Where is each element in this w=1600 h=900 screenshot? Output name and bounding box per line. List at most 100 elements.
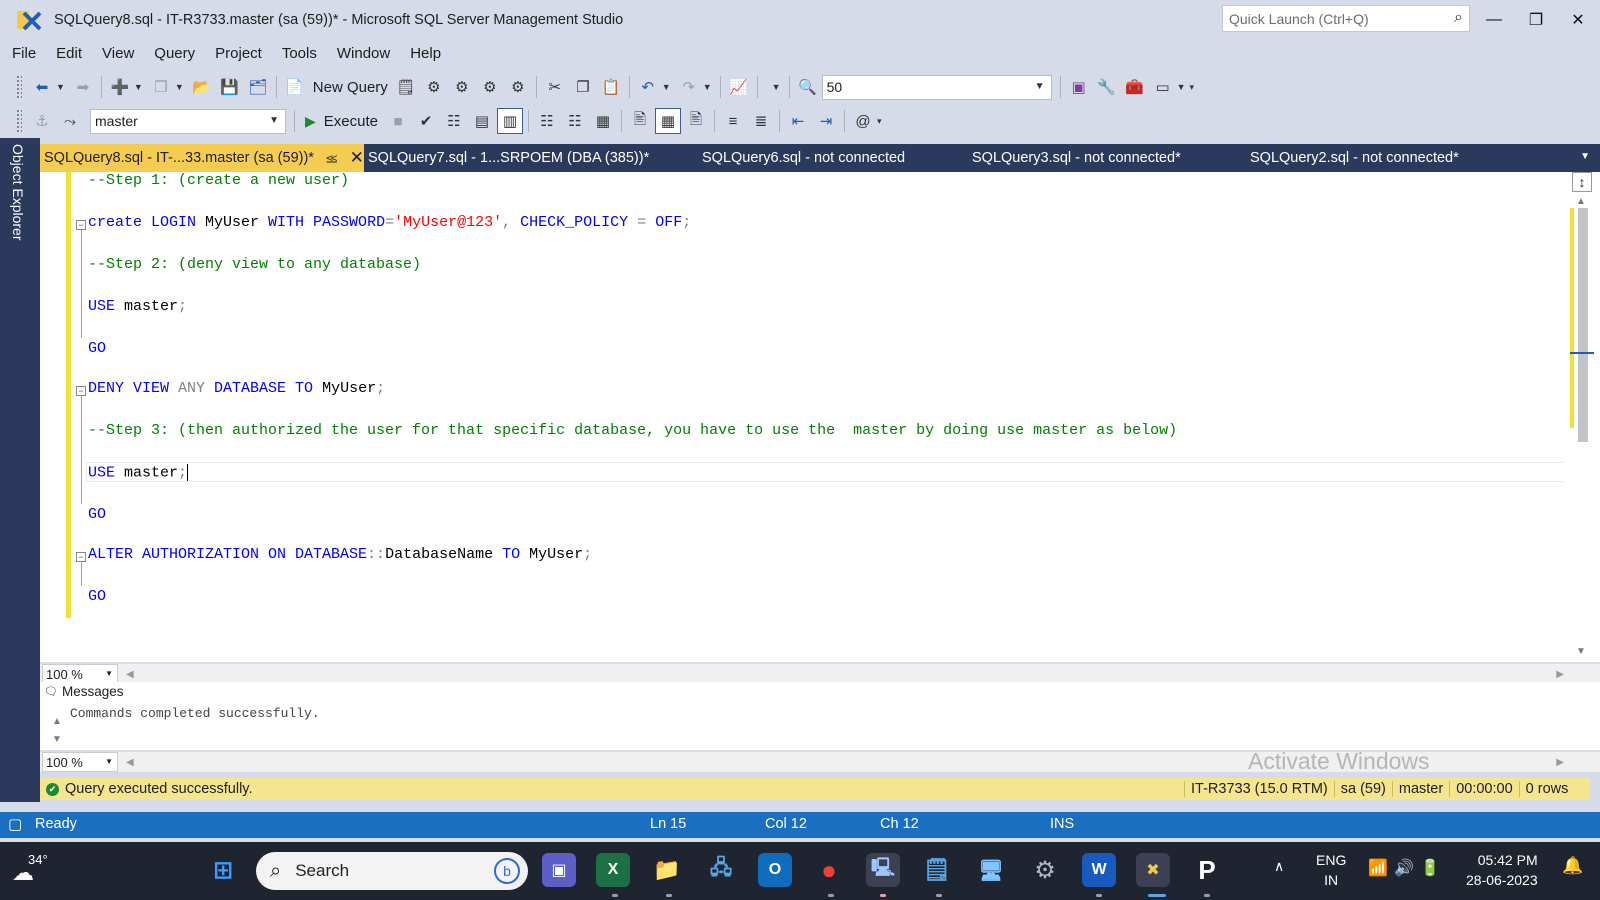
tab-overflow-icon[interactable]: ▼	[1580, 151, 1590, 162]
client-stats-icon[interactable]: ▦	[590, 108, 616, 134]
add-item-icon[interactable]: ❐	[148, 74, 174, 100]
toolbar-grip[interactable]	[16, 75, 22, 99]
activity-monitor-icon[interactable]: 📈	[726, 74, 752, 100]
menu-project[interactable]: Project	[215, 45, 262, 62]
scroll-right-arrow-icon[interactable]: ▶	[1556, 757, 1564, 768]
results-zoom-combo[interactable]: 100 % ▼	[42, 752, 118, 772]
dmx-query-icon[interactable]: ⚙	[449, 74, 475, 100]
new-query-button[interactable]: New Query	[309, 74, 392, 100]
results-to-text-icon[interactable]: 🖹	[627, 108, 653, 134]
decrease-indent-icon[interactable]: ⇤	[785, 108, 811, 134]
messages-tab[interactable]: 🗨 Messages	[44, 684, 124, 699]
editor-zoom-combo[interactable]: 100 % ▼	[42, 664, 118, 684]
tab-sqlquery2[interactable]: SQLQuery2.sql - not connected*	[1248, 144, 1528, 172]
uncomment-lines-icon[interactable]: ≣	[748, 108, 774, 134]
teams-chat-icon[interactable]: ▣	[542, 853, 576, 887]
notepad-icon[interactable]: 🗒	[920, 853, 954, 887]
remote-desktop-icon[interactable]: 🖧	[704, 853, 738, 887]
save-icon[interactable]: 💾	[217, 74, 243, 100]
p-app-icon[interactable]: P	[1190, 853, 1224, 887]
back-arrow-icon[interactable]: ⬅	[29, 74, 55, 100]
redo-icon[interactable]: ↷	[676, 74, 702, 100]
solution-config-dropdown-icon[interactable]: ▼	[772, 82, 781, 92]
menu-tools[interactable]: Tools	[282, 45, 317, 62]
scroll-right-arrow-icon[interactable]: ▶	[1556, 669, 1564, 680]
sql-editor[interactable]: --Step 1: (create a new user) − create L…	[40, 172, 1600, 662]
copy-icon[interactable]: ❐	[570, 74, 596, 100]
split-editor-icon[interactable]: ↕	[1572, 172, 1592, 192]
input-language-indicator[interactable]: ENG IN	[1316, 850, 1346, 890]
estimated-plan-icon[interactable]: ☷	[441, 108, 467, 134]
results-to-file-icon[interactable]: 🖹	[683, 108, 709, 134]
live-stats-icon[interactable]: ☷	[562, 108, 588, 134]
undo-icon[interactable]: ↶	[635, 74, 661, 100]
database-combo[interactable]: master ▼	[90, 108, 286, 134]
mdx-query-icon[interactable]: ⚙	[421, 74, 447, 100]
toolbar-grip[interactable]	[16, 109, 22, 133]
object-explorer-tab[interactable]: Object Explorer	[10, 144, 26, 240]
collapse-icon[interactable]: −	[76, 552, 86, 562]
menu-window[interactable]: Window	[337, 45, 390, 62]
intellisense-toggle-icon[interactable]: ▥	[496, 108, 523, 134]
volume-icon[interactable]: 🔊	[1394, 858, 1414, 878]
notification-bell-icon[interactable]: 🔔	[1562, 856, 1583, 876]
menu-query[interactable]: Query	[154, 45, 195, 62]
collapse-icon[interactable]: −	[76, 220, 86, 230]
minimize-button[interactable]: —	[1474, 6, 1514, 34]
new-project-icon[interactable]: ➕	[107, 74, 133, 100]
menu-view[interactable]: View	[102, 45, 134, 62]
control-panel-icon[interactable]: 🖥	[974, 853, 1008, 887]
xmla-query-icon[interactable]: ⚙	[477, 74, 503, 100]
execute-button[interactable]: ▶ Execute	[299, 108, 384, 134]
cancel-query-icon[interactable]: ■	[385, 108, 411, 134]
outlook-icon[interactable]: O	[758, 853, 792, 887]
scroll-left-arrow-icon[interactable]: ◀	[126, 669, 134, 680]
close-button[interactable]: ✕	[1558, 6, 1598, 34]
quick-launch-input[interactable]: Quick Launch (Ctrl+Q) ⌕	[1222, 5, 1470, 32]
increase-indent-icon[interactable]: ⇥	[813, 108, 839, 134]
connect-plug-icon[interactable]: ⚓	[29, 108, 55, 134]
pin-icon[interactable]: ⪣	[326, 151, 338, 166]
query-designer-icon[interactable]: ▤	[469, 108, 495, 134]
toolbar-overflow-icon[interactable]: ▾	[1189, 82, 1194, 93]
redo-dropdown-icon[interactable]: ▼	[703, 82, 712, 92]
word-icon[interactable]: W	[1082, 853, 1116, 887]
cut-icon[interactable]: ✂	[542, 74, 568, 100]
collapse-icon[interactable]: −	[76, 386, 86, 396]
scroll-down-arrow-icon[interactable]: ▼	[1576, 646, 1586, 657]
close-tab-icon[interactable]: ✕	[350, 148, 364, 168]
new-query-icon[interactable]: 📄	[282, 74, 308, 100]
scroll-up-arrow-icon[interactable]: ▲	[1576, 196, 1586, 207]
show-hidden-icons-chevron[interactable]: ∧	[1274, 858, 1284, 875]
parse-check-icon[interactable]: ✔	[413, 108, 439, 134]
file-explorer-icon[interactable]: 📁	[650, 853, 684, 887]
toolbox-icon[interactable]: 🧰	[1122, 74, 1148, 100]
battery-icon[interactable]: 🔋	[1420, 858, 1440, 878]
comment-lines-icon[interactable]: ≡	[720, 108, 746, 134]
chrome-icon[interactable]: ●	[812, 853, 846, 887]
tab-sqlquery8[interactable]: SQLQuery8.sql - IT-...33.master (sa (59)…	[40, 144, 364, 172]
menu-file[interactable]: File	[12, 45, 36, 62]
ssms-taskbar-icon[interactable]: 🖳	[866, 853, 900, 887]
actual-plan-icon[interactable]: ☷	[534, 108, 560, 134]
settings-gear-icon[interactable]: ⚙	[1028, 853, 1062, 887]
windows-start-icon[interactable]: ⊞	[206, 853, 240, 887]
menu-edit[interactable]: Edit	[56, 45, 82, 62]
command-window-icon[interactable]: ▭	[1150, 74, 1176, 100]
new-project-dropdown-icon[interactable]: ▼	[134, 82, 143, 92]
results-count-combo[interactable]: 50 ▼	[821, 74, 1052, 100]
scroll-down-arrow-icon[interactable]: ▼	[52, 734, 1588, 745]
back-dropdown-icon[interactable]: ▼	[56, 82, 65, 92]
forward-arrow-icon[interactable]: ➡	[70, 74, 96, 100]
find-in-files-icon[interactable]: 🔍	[795, 74, 821, 100]
paste-icon[interactable]: 📋	[598, 74, 624, 100]
command-window-dropdown-icon[interactable]: ▼	[1177, 82, 1186, 92]
undo-dropdown-icon[interactable]: ▼	[662, 82, 671, 92]
open-folder-icon[interactable]: 📂	[189, 74, 215, 100]
toolbar-overflow-icon[interactable]: ▾	[877, 116, 882, 127]
dax-query-icon[interactable]: ⚙	[505, 74, 531, 100]
results-to-grid-icon[interactable]: ▦	[654, 108, 681, 134]
scroll-up-arrow-icon[interactable]: ▲	[52, 716, 1588, 727]
scroll-thumb[interactable]	[1578, 208, 1588, 442]
add-item-dropdown-icon[interactable]: ▼	[175, 82, 184, 92]
